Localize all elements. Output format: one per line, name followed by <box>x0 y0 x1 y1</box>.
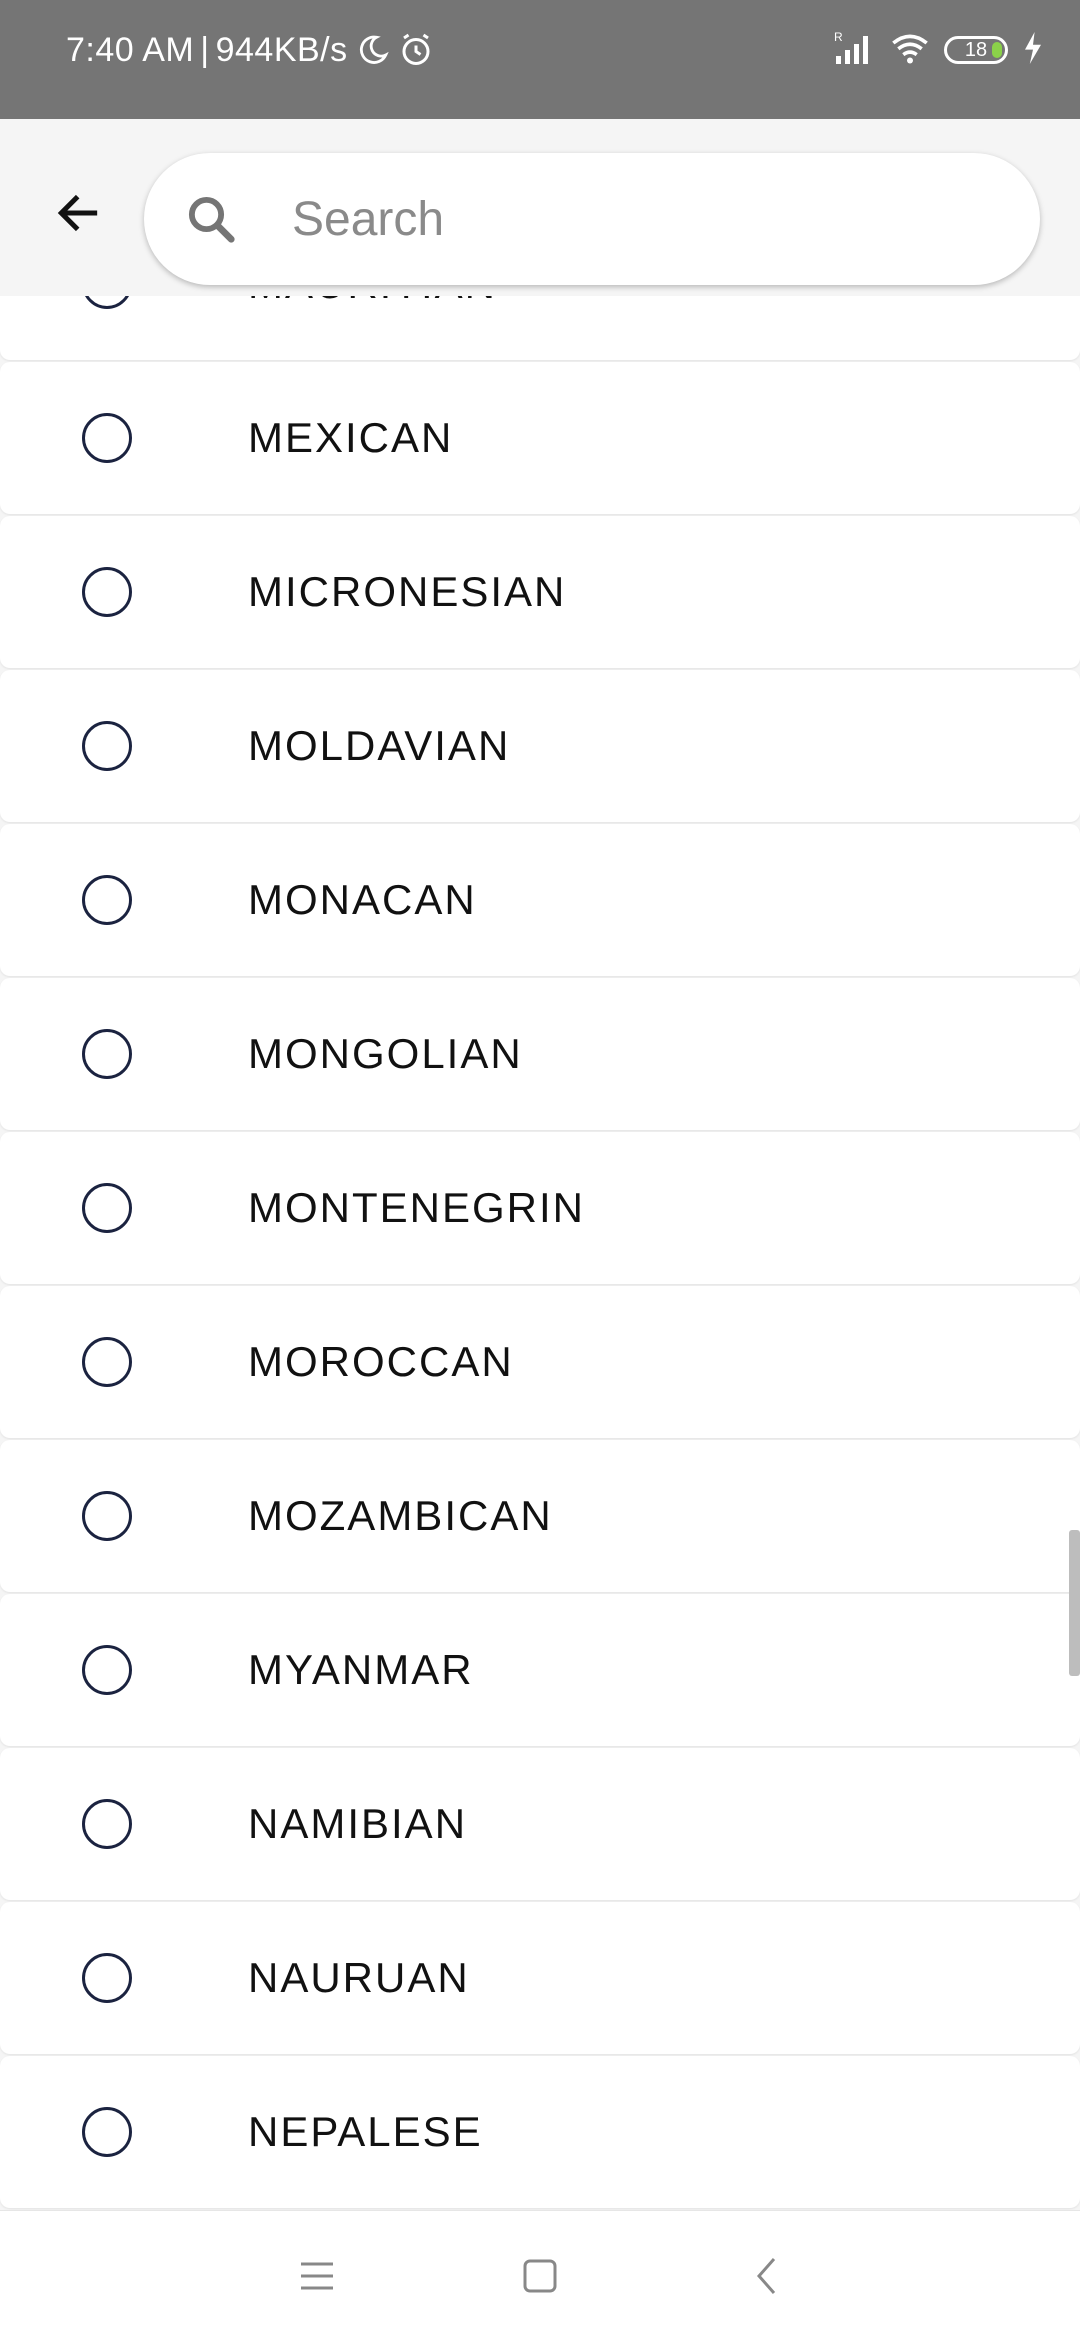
status-bar: 7:40 AM | 944KB/s R 18 <box>0 0 1080 119</box>
list-item[interactable]: NEPALESE <box>0 2056 1080 2208</box>
list-item[interactable]: MONGOLIAN <box>0 978 1080 1130</box>
search-bar[interactable] <box>144 153 1040 285</box>
alarm-icon <box>398 32 434 68</box>
back-button[interactable] <box>40 175 116 251</box>
search-header <box>0 119 1080 296</box>
list-item-label: MOLDAVIAN <box>248 722 511 769</box>
menu-icon <box>301 2262 333 2290</box>
list-item-label: MONTENEGRIN <box>248 1184 585 1231</box>
navigation-bar <box>0 2210 1080 2341</box>
list-item[interactable]: MYANMAR <box>0 1594 1080 1746</box>
status-time: 7:40 AM <box>66 30 195 69</box>
home-button[interactable] <box>505 2241 575 2311</box>
list-item[interactable]: MOLDAVIAN <box>0 670 1080 822</box>
radio-button[interactable] <box>82 296 132 309</box>
radio-button[interactable] <box>82 1953 132 2003</box>
radio-button[interactable] <box>82 2107 132 2157</box>
radio-button[interactable] <box>82 721 132 771</box>
radio-button[interactable] <box>82 567 132 617</box>
nationality-list-inner: MAURITIAN MEXICAN MICRONESIAN MOLDAVIAN … <box>0 296 1080 2210</box>
radio-button[interactable] <box>82 413 132 463</box>
home-icon <box>523 2259 557 2293</box>
scrollbar-thumb[interactable] <box>1069 1530 1080 1676</box>
list-item-label: MAURITIAN <box>248 296 497 308</box>
list-item[interactable]: MAURITIAN <box>0 296 1080 360</box>
radio-button[interactable] <box>82 1645 132 1695</box>
svg-text:R: R <box>834 30 843 44</box>
status-separator: | <box>200 30 210 69</box>
list-item[interactable]: MOROCCAN <box>0 1286 1080 1438</box>
radio-button[interactable] <box>82 1029 132 1079</box>
list-item[interactable]: NAURUAN <box>0 1902 1080 2054</box>
radio-button[interactable] <box>82 1799 132 1849</box>
back-icon <box>756 2258 776 2294</box>
list-item[interactable]: MONTENEGRIN <box>0 1132 1080 1284</box>
list-item-label: NAURUAN <box>248 1954 470 2001</box>
battery-level: 18 <box>964 38 988 61</box>
arrow-left-icon <box>57 194 98 232</box>
list-item-label: MONACAN <box>248 876 477 923</box>
list-item-label: MOROCCAN <box>248 1338 514 1385</box>
radio-button[interactable] <box>82 1491 132 1541</box>
radio-button[interactable] <box>82 875 132 925</box>
list-item[interactable]: MONACAN <box>0 824 1080 976</box>
list-item-label: MONGOLIAN <box>248 1030 523 1077</box>
list-item-label: MEXICAN <box>248 414 454 461</box>
list-item[interactable]: NAMIBIAN <box>0 1748 1080 1900</box>
list-item-label: NEPALESE <box>248 2108 483 2155</box>
status-right: R 18 <box>832 28 1044 72</box>
radio-button[interactable] <box>82 1183 132 1233</box>
status-left: 7:40 AM | 944KB/s <box>66 28 434 72</box>
wifi-icon <box>890 31 930 70</box>
battery-icon: 18 <box>944 36 1008 64</box>
battery-fill <box>992 42 1002 58</box>
list-item[interactable]: MEXICAN <box>0 362 1080 514</box>
list-item-label: MOZAMBICAN <box>248 1492 553 1539</box>
list-item[interactable]: MICRONESIAN <box>0 516 1080 668</box>
charging-icon <box>1022 31 1044 69</box>
list-item-label: NAMIBIAN <box>248 1800 468 1847</box>
recents-button[interactable] <box>282 2241 352 2311</box>
list-item[interactable]: MOZAMBICAN <box>0 1440 1080 1592</box>
radio-button[interactable] <box>82 1337 132 1387</box>
list-item-label: MYANMAR <box>248 1646 474 1693</box>
status-speed: 944KB/s <box>215 30 348 69</box>
list-item-label: MICRONESIAN <box>248 568 567 615</box>
search-input[interactable] <box>290 190 934 248</box>
signal-icon: R <box>832 30 876 71</box>
nationality-list[interactable]: MAURITIAN MEXICAN MICRONESIAN MOLDAVIAN … <box>0 296 1080 2210</box>
search-icon <box>182 190 240 248</box>
moon-icon <box>356 33 390 67</box>
system-back-button[interactable] <box>732 2241 802 2311</box>
